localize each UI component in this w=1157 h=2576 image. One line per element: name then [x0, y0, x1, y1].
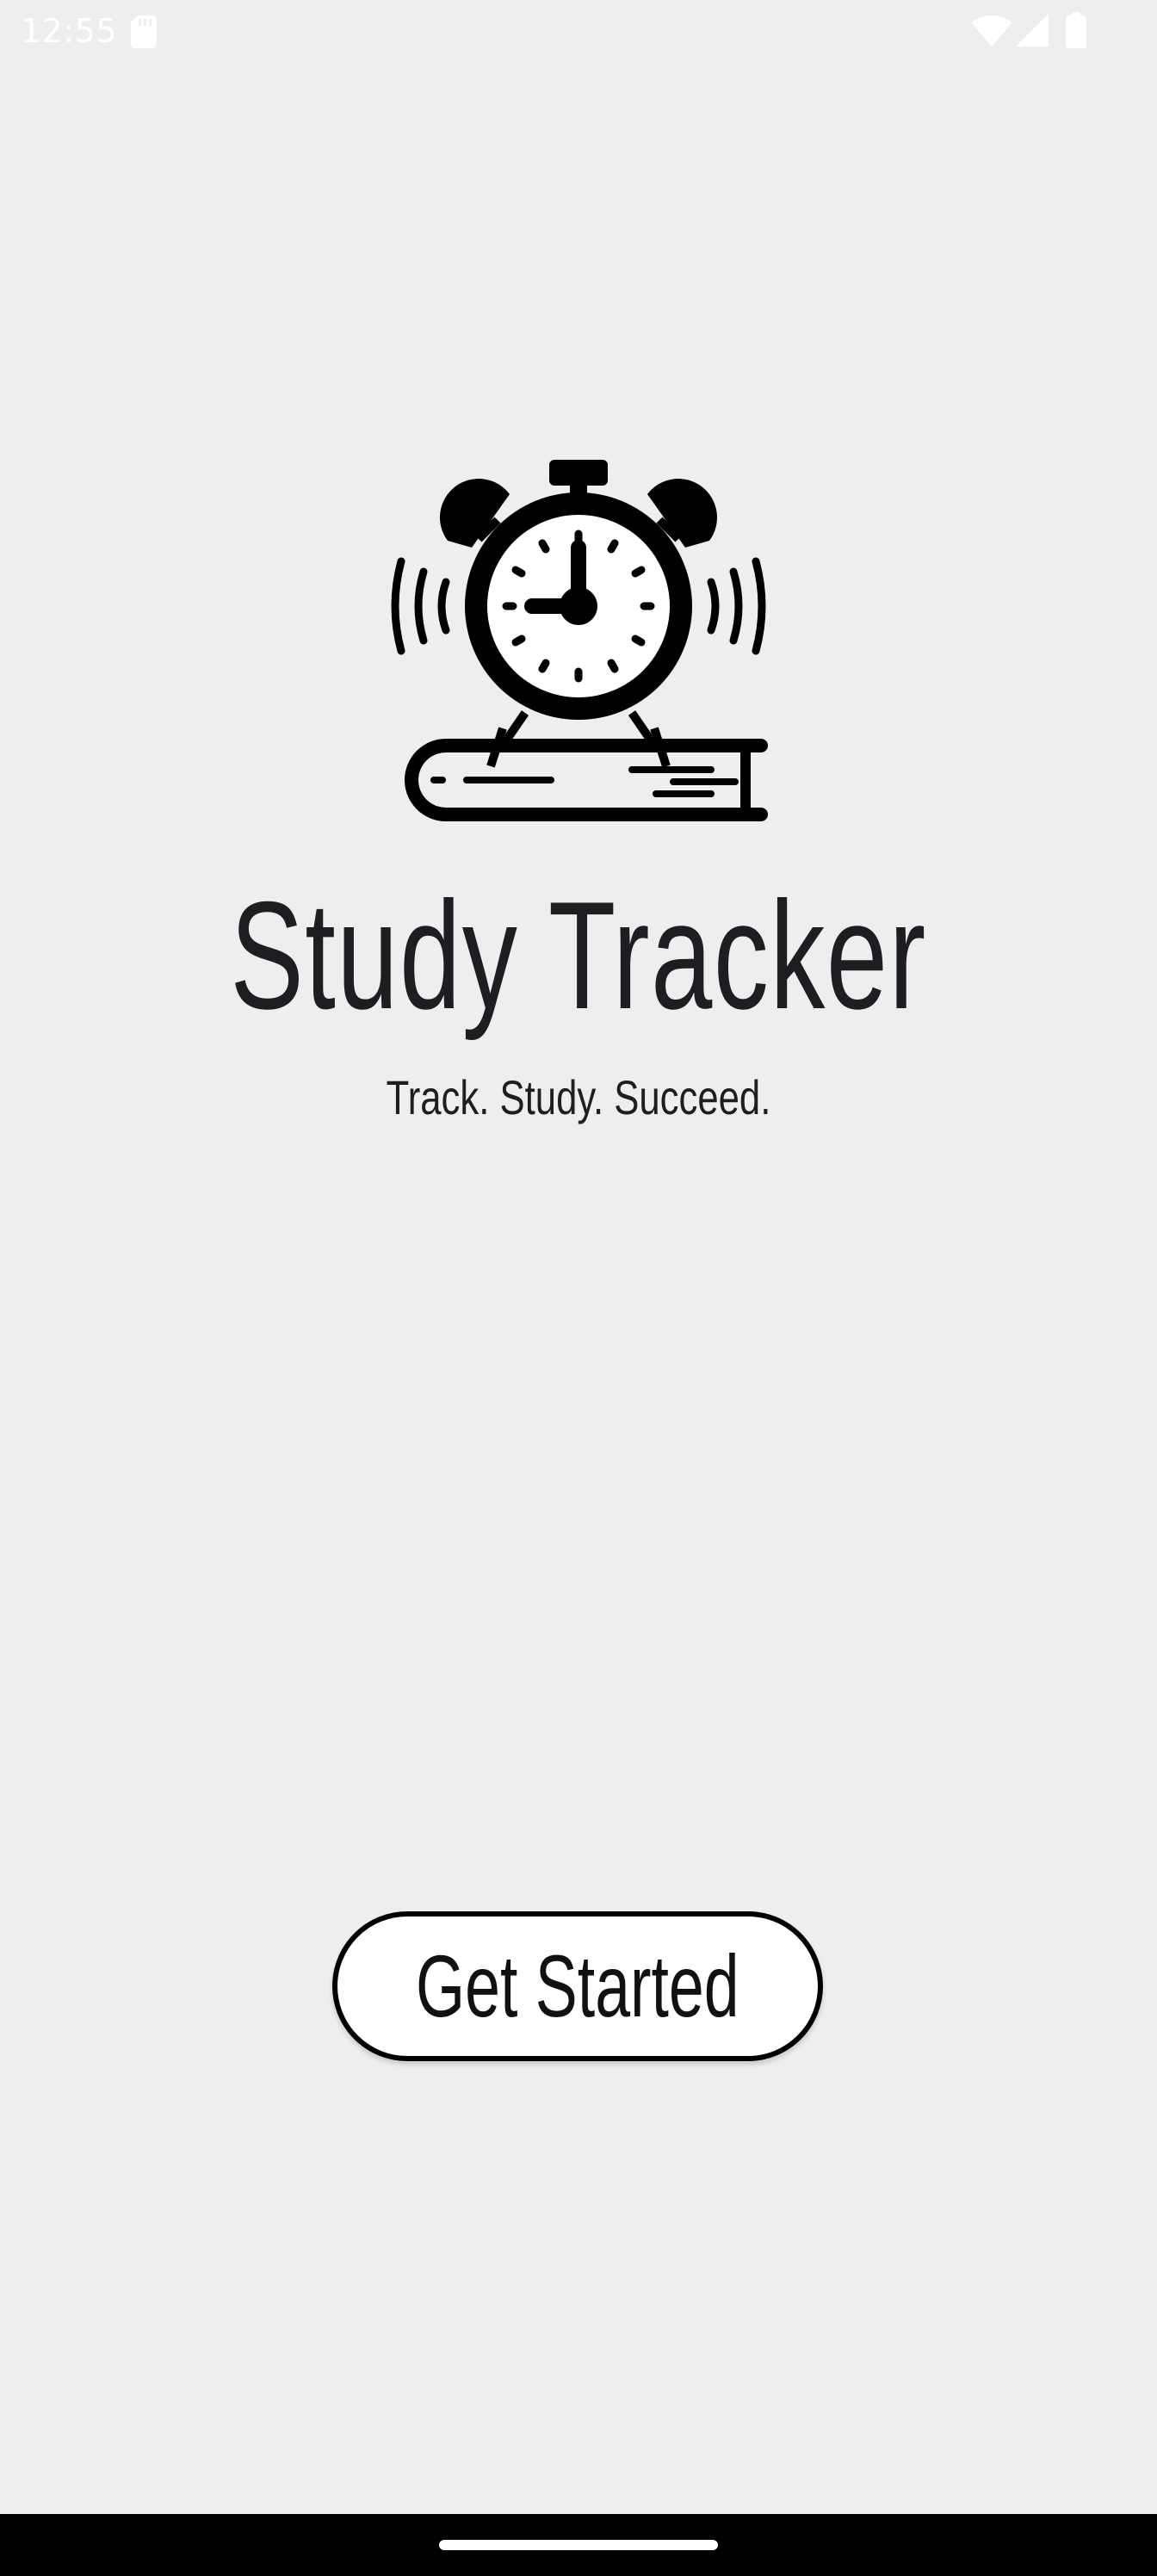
- signal-icon: [1016, 14, 1049, 46]
- app-title: Study Tracker: [230, 870, 927, 1041]
- status-bar: 12:55: [0, 0, 1157, 62]
- alarm-clock-on-book-icon: [391, 460, 768, 821]
- sd-card-icon: [131, 15, 157, 48]
- home-indicator[interactable]: [439, 2540, 718, 2550]
- wifi-icon: [971, 15, 1012, 46]
- app-tagline: Track. Study. Succeed.: [386, 1070, 771, 1124]
- get-started-label: Get Started: [416, 1937, 739, 2035]
- navigation-bar: [0, 2514, 1157, 2576]
- get-started-button[interactable]: Get Started: [332, 1911, 823, 2061]
- battery-icon: [1066, 12, 1086, 48]
- status-time: 12:55: [21, 12, 118, 50]
